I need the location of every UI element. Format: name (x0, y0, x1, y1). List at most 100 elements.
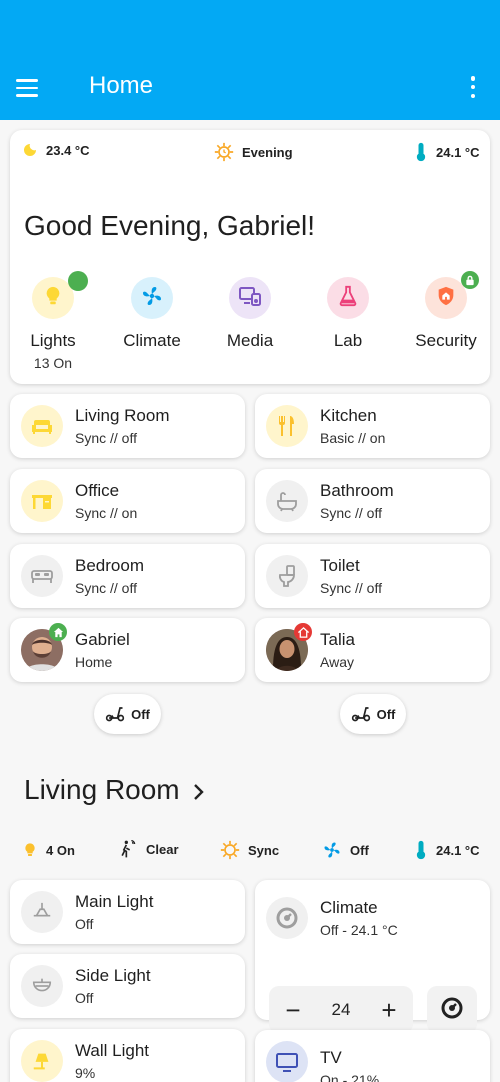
device-status: Off (75, 990, 94, 1006)
silverware-icon (266, 405, 308, 447)
page-title: Home (89, 72, 154, 99)
room-card-bedroom[interactable]: Bedroom Sync // off (10, 544, 245, 608)
time-of-day-chip[interactable]: Evening (214, 142, 293, 162)
device-name: Climate (320, 898, 378, 917)
room-name: Living Room (75, 406, 170, 425)
outdoor-temp-chip[interactable]: 23.4 °C (22, 142, 90, 158)
scooter-icon (351, 704, 371, 725)
lights-on-chip[interactable]: 4 On (22, 840, 75, 860)
category-security[interactable]: Security (401, 271, 491, 351)
room-status: Sync // off (75, 430, 137, 446)
more-options-icon[interactable] (466, 76, 480, 98)
device-name: Main Light (75, 892, 154, 911)
room-card-bathroom[interactable]: Bathroom Sync // off (255, 469, 490, 533)
category-lab[interactable]: Lab (303, 277, 393, 351)
lock-badge-icon (461, 271, 479, 289)
device-card-side-light[interactable]: Side Light Off (10, 954, 245, 1018)
category-media[interactable]: Media (205, 277, 295, 351)
category-lights[interactable]: Lights 13 On (8, 271, 98, 371)
device-name: Wall Light (75, 1041, 150, 1060)
room-status: Sync // off (75, 580, 137, 596)
media-icon (238, 285, 262, 312)
scooter-state: Off (376, 706, 396, 722)
outdoor-temp-value: 23.4 °C (46, 142, 90, 158)
setpoint-value: 24 (331, 1000, 351, 1019)
category-label: Climate (123, 331, 181, 350)
chevron-right-icon[interactable] (190, 781, 208, 808)
device-status: On - 21% (320, 1072, 380, 1082)
scooter-state: Off (131, 706, 150, 722)
avatar (266, 623, 312, 671)
lamp-icon (21, 965, 63, 1007)
device-status: Off - 24.1 °C (320, 922, 398, 938)
category-label: Media (226, 331, 274, 350)
person-name: Gabriel (75, 630, 130, 649)
device-card-main-light[interactable]: Main Light Off (10, 880, 245, 944)
lights-on-value: 4 On (46, 842, 75, 858)
scooter-chip-gabriel[interactable]: Off (94, 694, 161, 734)
shield-home-icon (435, 285, 457, 312)
indoor-temp-chip[interactable]: 24.1 °C (414, 142, 480, 162)
room-name: Bedroom (75, 556, 144, 575)
hvac-mode-button[interactable] (427, 986, 477, 1034)
room-name: Bathroom (320, 481, 394, 500)
bed-icon (21, 555, 63, 597)
decrease-button[interactable]: − (281, 997, 305, 1023)
tv-icon (266, 1041, 308, 1082)
motion-sensor-icon (118, 838, 138, 860)
avatar (21, 623, 67, 671)
person-card-talia[interactable]: Talia Away (255, 618, 490, 682)
room-card-kitchen[interactable]: Kitchen Basic // on (255, 394, 490, 458)
person-status: Away (320, 654, 354, 670)
scooter-chip-talia[interactable]: Off (340, 694, 406, 734)
device-card-tv[interactable]: TV On - 21% (255, 1030, 490, 1082)
category-label: Lights (30, 331, 76, 350)
wall-sconce-icon (21, 1040, 63, 1082)
temp-chip[interactable]: 24.1 °C (414, 840, 480, 860)
increase-button[interactable]: + (377, 997, 401, 1023)
indoor-temp-value: 24.1 °C (436, 144, 480, 160)
room-name: Office (75, 481, 120, 500)
fan-icon (140, 284, 164, 313)
device-card-wall-light[interactable]: Wall Light 9% (10, 1029, 245, 1082)
sofa-icon (21, 405, 63, 447)
desk-icon (21, 480, 63, 522)
app-bar: Home (0, 0, 500, 120)
room-card-toilet[interactable]: Toilet Sync // off (255, 544, 490, 608)
room-card-office[interactable]: Office Sync // on (10, 469, 245, 533)
greeting: Good Evening, Gabriel! (24, 210, 316, 241)
sun-clock-icon (214, 142, 234, 162)
person-status: Home (75, 654, 113, 670)
sync-chip[interactable]: Sync (220, 840, 279, 860)
scooter-icon (105, 704, 125, 725)
device-name: Side Light (75, 966, 151, 985)
away-badge-icon (294, 623, 312, 641)
thermostat-icon (266, 897, 308, 939)
room-status: Basic // on (320, 430, 386, 446)
category-label: Lab (333, 331, 363, 350)
room-status: Sync // on (75, 505, 138, 521)
room-status: Sync // off (320, 505, 382, 521)
category-sub: 13 On (33, 355, 73, 371)
room-card-living-room[interactable]: Living Room Sync // off (10, 394, 245, 458)
menu-icon[interactable] (16, 74, 50, 102)
home-badge-icon (49, 623, 67, 641)
person-name: Talia (320, 630, 355, 649)
fan-icon (322, 840, 342, 860)
room-status: Sync // off (320, 580, 382, 596)
person-card-gabriel[interactable]: Gabriel Home (10, 618, 245, 682)
section-title-living-room[interactable]: Living Room (24, 774, 180, 806)
room-name: Kitchen (320, 406, 377, 425)
device-status: Off (75, 916, 94, 932)
climate-card[interactable]: Climate Off - 24.1 °C − 24 + (255, 880, 490, 1034)
motion-chip[interactable]: Clear (118, 838, 179, 860)
bathtub-icon (266, 480, 308, 522)
sync-sun-icon (220, 840, 240, 860)
time-of-day-value: Evening (242, 144, 293, 160)
thermostat-icon (440, 996, 464, 1025)
device-status: 9% (75, 1065, 96, 1081)
bulb-icon (22, 840, 38, 860)
fan-chip[interactable]: Off (322, 840, 369, 860)
device-name: TV (320, 1048, 342, 1067)
category-climate[interactable]: Climate (107, 277, 197, 351)
